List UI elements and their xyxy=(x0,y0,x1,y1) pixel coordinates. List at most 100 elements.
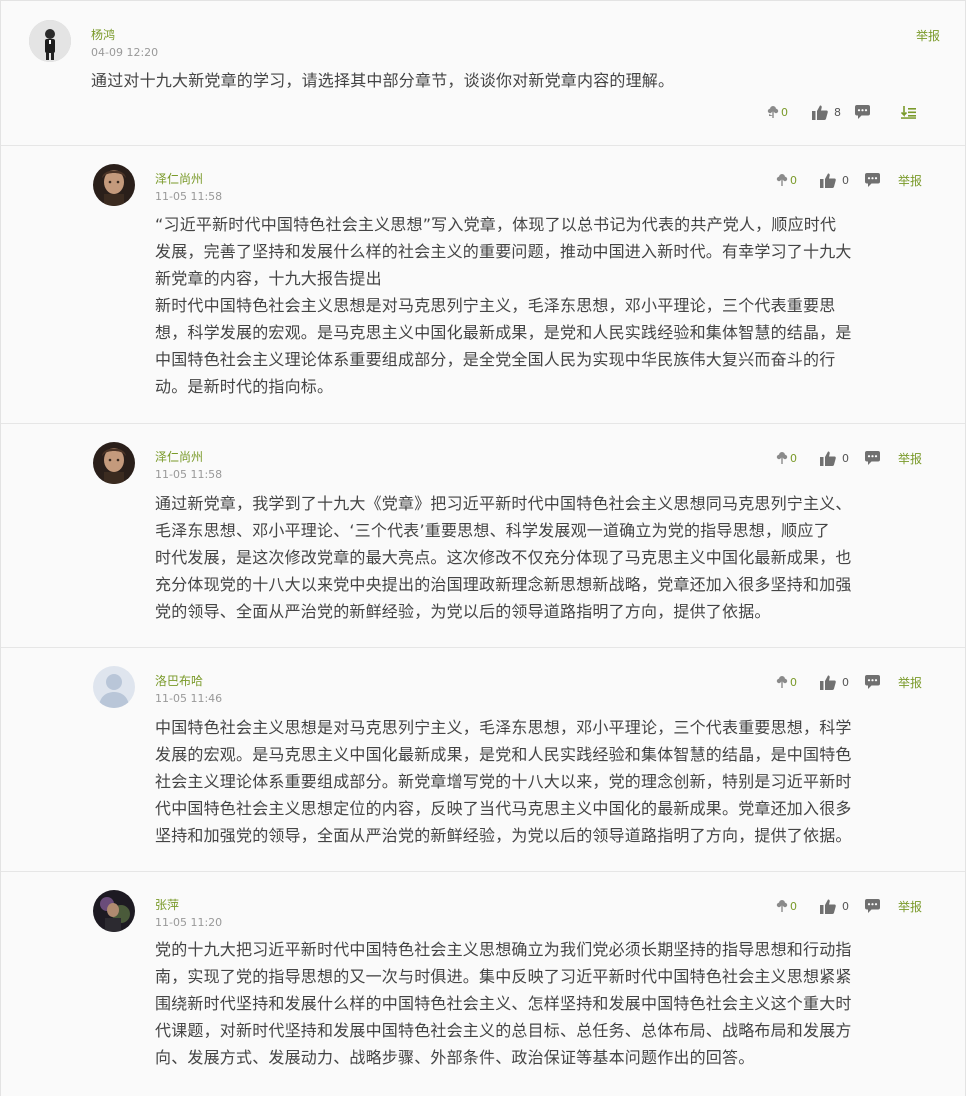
text-line: 新时代中国特色社会主义思想是对马克思列宁主义，毛泽东思想，邓小平理论，三个代表重… xyxy=(155,296,836,315)
reply-text: 中国特色社会主义思想是对马克思列宁主义，毛泽东思想，邓小平理论，三个代表重要思想… xyxy=(155,714,945,849)
discussion-thread: 杨鸿 04-09 12:20 举报 通过对十九大新党章的学习，请选择其中部分章节… xyxy=(0,0,966,1096)
text-line: 毛泽东思想、邓小平理论、‘三个代表’重要思想、科学发展观一道确立为党的指导思想，… xyxy=(155,521,830,540)
comment-button[interactable] xyxy=(865,173,880,187)
post-time: 11-05 11:46 xyxy=(155,692,223,705)
avatar[interactable] xyxy=(93,890,135,932)
text-line: 中国特色社会主义理论体系重要组成部分，是全党全国人民为实现中华民族伟大复兴而奋斗… xyxy=(155,350,836,369)
report-button[interactable]: 举报 xyxy=(898,674,922,691)
flower-count: 0 xyxy=(781,105,788,119)
reply-text: “习近平新时代中国特色社会主义思想”写入党章，体现了以总书记为代表的共产党人，顺… xyxy=(155,211,945,400)
like-count: 0 xyxy=(842,451,849,465)
post-time: 11-05 11:58 xyxy=(155,190,223,203)
author-name[interactable]: 张萍 xyxy=(155,896,179,913)
flower-count: 0 xyxy=(790,899,797,913)
thumbs-up-icon xyxy=(820,451,836,466)
author-name[interactable]: 杨鸿 xyxy=(91,26,115,43)
question-text: 通过对十九大新党章的学习，请选择其中部分章节，谈谈你对新党章内容的理解。 xyxy=(91,71,675,90)
thumbs-up-icon xyxy=(820,675,836,690)
comment-icon xyxy=(865,451,880,465)
flower-button[interactable]: 0 xyxy=(775,173,797,187)
avatar[interactable] xyxy=(93,442,135,484)
reply-post: 张萍 11-05 11:20 0 0 举报 党的十九大把习近平新时代中国特色社会… xyxy=(1,872,965,1096)
flower-button[interactable]: 0 xyxy=(775,451,797,465)
flower-button[interactable]: 0 xyxy=(775,899,797,913)
comment-icon xyxy=(865,899,880,913)
text-line: 新党章的内容，十九大报告提出 xyxy=(155,269,382,288)
text-line: 动。是新时代的指向标。 xyxy=(155,377,334,396)
text-line: 发展的宏观。是马克思主义中国化最新成果，是党和人民实践经验和集体智慧的结晶，是中… xyxy=(155,745,852,764)
flower-button[interactable]: 0 xyxy=(775,675,797,689)
text-line: 时代发展，是这次修改党章的最大亮点。这次修改不仅充分体现了马克思主义中国化最新成… xyxy=(155,548,852,567)
reply-actions: 0 0 举报 xyxy=(775,672,922,692)
like-count: 0 xyxy=(842,173,849,187)
flower-count: 0 xyxy=(790,173,797,187)
text-line: “习近平新时代中国特色社会主义思想”写入党章，体现了以总书记为代表的共产党人，顺… xyxy=(155,215,837,234)
flower-icon xyxy=(775,173,789,187)
flower-icon xyxy=(775,451,789,465)
question-post: 杨鸿 04-09 12:20 举报 通过对十九大新党章的学习，请选择其中部分章节… xyxy=(1,1,965,146)
text-line: 围绕新时代坚持和发展什么样的中国特色社会主义、怎样坚持和发展中国特色社会主义这个… xyxy=(155,994,852,1013)
reply-post: 泽仁尚州 11-05 11:58 0 0 举报 通过新党章，我学到了十九大《党章… xyxy=(1,424,965,648)
flower-button[interactable]: 0 xyxy=(766,105,788,119)
reply-actions: 0 0 举报 xyxy=(775,170,922,190)
comment-icon xyxy=(855,105,870,119)
like-count: 0 xyxy=(842,899,849,913)
text-line: 向、发展方式、发展动力、战略步骤、外部条件、政治保证等基本问题作出的回答。 xyxy=(155,1048,755,1067)
avatar[interactable] xyxy=(93,164,135,206)
text-line: 代中国特色社会主义思想定位的内容，反映了当代马克思主义中国化的最新成果。党章还加… xyxy=(155,799,852,818)
text-line: 想，科学发展的宏观。是马克思主义中国化最新成果，是党和人民实践经验和集体智慧的结… xyxy=(155,323,852,342)
reply-actions: 0 0 举报 xyxy=(775,448,922,468)
text-line: 南，实现了党的指导思想的又一次与时俱进。集中反映了习近平新时代中国特色社会主义思… xyxy=(155,967,852,986)
comment-icon xyxy=(865,675,880,689)
text-line: 通过新党章，我学到了十九大《党章》把习近平新时代中国特色社会主义思想同马克思列宁… xyxy=(155,494,852,513)
flower-count: 0 xyxy=(790,675,797,689)
flower-icon xyxy=(775,899,789,913)
like-button[interactable]: 0 xyxy=(820,451,849,466)
thumbs-up-icon xyxy=(812,105,828,120)
comment-button[interactable] xyxy=(865,899,880,913)
text-line: 党的领导、全面从严治党的新鲜经验，为党以后的领导道路指明了方向，提供了依据。 xyxy=(155,602,771,621)
like-count: 0 xyxy=(842,675,849,689)
comment-icon xyxy=(865,173,880,187)
text-line: 社会主义理论体系重要组成部分。新党章增写党的十八大以来，党的理念创新，特别是习近… xyxy=(155,772,852,791)
like-count: 8 xyxy=(834,105,841,119)
comment-button[interactable] xyxy=(865,675,880,689)
reply-text: 党的十九大把习近平新时代中国特色社会主义思想确立为我们党必须长期坚持的指导思想和… xyxy=(155,936,945,1071)
flower-count: 0 xyxy=(790,451,797,465)
text-line: 代课题，对新时代坚持和发展中国特色社会主义的总目标、总任务、总体布局、战略布局和… xyxy=(155,1021,852,1040)
author-name[interactable]: 洛巴布哈 xyxy=(155,672,203,689)
comment-button[interactable] xyxy=(855,105,870,119)
like-button[interactable]: 8 xyxy=(812,105,841,120)
sort-button[interactable] xyxy=(901,105,916,119)
thumbs-up-icon xyxy=(820,899,836,914)
reply-post: 泽仁尚州 11-05 11:58 0 0 举报 “习近平新时代中国特色社会主义思… xyxy=(1,146,965,424)
like-button[interactable]: 0 xyxy=(820,173,849,188)
flower-icon xyxy=(775,675,789,689)
thumbs-up-icon xyxy=(820,173,836,188)
reply-post: 洛巴布哈 11-05 11:46 0 0 举报 中国特色社会主义思想是对马克思列… xyxy=(1,648,965,872)
avatar[interactable] xyxy=(29,20,71,62)
question-actions: 0 8 xyxy=(766,102,916,122)
post-time: 11-05 11:20 xyxy=(155,916,223,929)
avatar[interactable] xyxy=(93,666,135,708)
reply-actions: 0 0 举报 xyxy=(775,896,922,916)
text-line: 党的十九大把习近平新时代中国特色社会主义思想确立为我们党必须长期坚持的指导思想和… xyxy=(155,940,852,959)
like-button[interactable]: 0 xyxy=(820,899,849,914)
report-button[interactable]: 举报 xyxy=(898,172,922,189)
sort-icon xyxy=(901,105,916,119)
author-name[interactable]: 泽仁尚州 xyxy=(155,448,203,465)
report-button[interactable]: 举报 xyxy=(916,27,940,44)
author-name[interactable]: 泽仁尚州 xyxy=(155,170,203,187)
comment-button[interactable] xyxy=(865,451,880,465)
text-line: 中国特色社会主义思想是对马克思列宁主义，毛泽东思想，邓小平理论，三个代表重要思想… xyxy=(155,718,852,737)
text-line: 坚持和加强党的领导，全面从严治党的新鲜经验，为党以后的领导道路指明了方向，提供了… xyxy=(155,826,852,845)
text-line: 充分体现党的十八大以来党中央提出的治国理政新理念新思想新战略，党章还加入很多坚持… xyxy=(155,575,852,594)
post-time: 11-05 11:58 xyxy=(155,468,223,481)
reply-text: 通过新党章，我学到了十九大《党章》把习近平新时代中国特色社会主义思想同马克思列宁… xyxy=(155,490,945,625)
flower-icon xyxy=(766,105,780,119)
like-button[interactable]: 0 xyxy=(820,675,849,690)
post-time: 04-09 12:20 xyxy=(91,46,159,59)
report-button[interactable]: 举报 xyxy=(898,898,922,915)
text-line: 发展，完善了坚持和发展什么样的社会主义的重要问题，推动中国进入新时代。有幸学习了… xyxy=(155,242,852,261)
report-button[interactable]: 举报 xyxy=(898,450,922,467)
